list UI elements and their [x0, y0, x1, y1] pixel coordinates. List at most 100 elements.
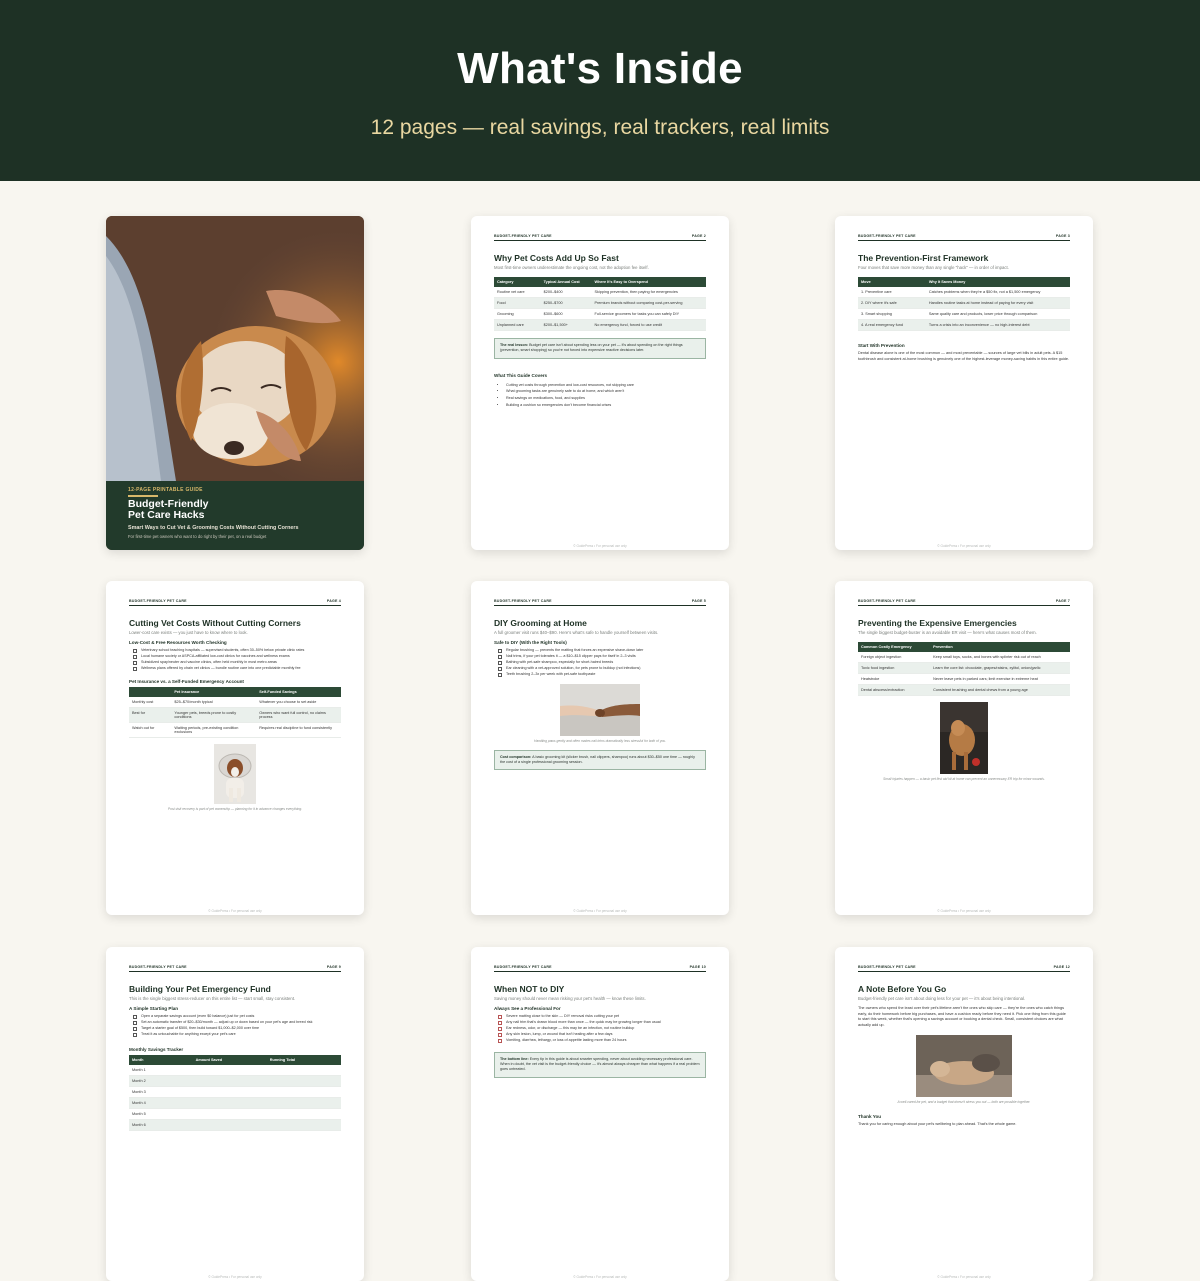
photo-caption: Post-visit recovery is part of pet owner… [167, 806, 303, 811]
cover-dog-photo [106, 216, 364, 481]
bullet-list: Cutting vet costs through prevention and… [494, 382, 706, 409]
section-subtitle: The single biggest budget-buster is an a… [858, 630, 1037, 635]
checkbox-icon[interactable] [133, 660, 137, 665]
section-subtitle: Four moves that save more money than any… [858, 265, 1009, 270]
checkbox-icon[interactable] [498, 654, 502, 659]
cover-title-line2: Pet Care Hacks [128, 508, 205, 521]
cover-page: 12-PAGE PRINTABLE GUIDE Budget-Friendly … [106, 216, 364, 550]
checkbox-icon[interactable] [498, 660, 502, 665]
page-footer: © GuidePress • For personal use only [937, 909, 991, 913]
checkbox-icon[interactable] [498, 1038, 502, 1043]
thanks-paragraph: Thank you for caring enough about your p… [858, 1121, 1017, 1126]
checkbox-icon[interactable] [133, 1026, 137, 1031]
table-row: Month 3 [129, 1086, 341, 1099]
section-subtitle: A full groomer visit runs $40–$90. Here'… [494, 630, 659, 635]
section-subtitle: Budget-friendly pet care isn't about doi… [858, 996, 1026, 1001]
section-subtitle: Most first-time owners underestimate the… [494, 265, 649, 270]
section-heading: Low-Cost & Free Resources Worth Checking [129, 640, 227, 645]
bottom-line-callout: The bottom line: Every tip in this guide… [494, 1051, 706, 1078]
page-footer: © GuidePress • For personal use only [937, 1275, 991, 1279]
checkbox-icon[interactable] [498, 1032, 502, 1037]
checklist-item: Teeth brushing 2–3x per week with pet-sa… [494, 672, 706, 678]
list-item: Cutting vet costs through prevention and… [506, 382, 706, 389]
running-head: BUDGET-FRIENDLY PET CARE PAGE 7 [858, 599, 1070, 606]
checkbox-icon[interactable] [133, 666, 137, 671]
cost-callout: Cost comparison: A basic grooming kit (s… [494, 749, 706, 771]
page-footer: © GuidePress • For personal use only [573, 1275, 627, 1279]
cover-title-band: 12-PAGE PRINTABLE GUIDE Budget-Friendly … [106, 481, 364, 550]
cost-table: Category Typical Annual Cost Where It's Ea… [494, 277, 706, 331]
page-footer: © GuidePress • For personal use only [573, 544, 627, 548]
checklist: Regular brushing — prevents the matting … [494, 648, 706, 678]
checkbox-icon[interactable] [498, 649, 502, 653]
section-title: DIY Grooming at Home [494, 618, 587, 628]
section-heading: Thank You [858, 1113, 882, 1119]
page-9-preview: BUDGET-FRIENDLY PET CARE PAGE 9 Building … [106, 947, 364, 1281]
table-row: Food $250–$700 Premium brands without comp… [494, 297, 706, 309]
hero-banner: What's Inside 12 pages — real savings, r… [0, 0, 1200, 181]
emergency-table: Common Costly Emergency Prevention Foreig… [858, 642, 1070, 696]
dog-cone-photo [214, 743, 256, 804]
checkbox-icon[interactable] [133, 654, 137, 659]
dog-resting-photo [916, 1034, 1012, 1097]
page-number: PAGE 7 [1055, 599, 1070, 603]
section-title: When NOT to DIY [494, 984, 565, 994]
savings-tracker-table: Month Amount Saved Running Total Month 1 M… [129, 1054, 341, 1132]
page-subtitle: 12 pages — real savings, real trackers, … [370, 116, 830, 139]
checkbox-icon[interactable] [498, 666, 502, 671]
page-footer: © GuidePress • For personal use only [573, 909, 627, 913]
checkbox-icon[interactable] [498, 1015, 502, 1019]
table-row: Heatstroke Never leave pets in parked car… [858, 673, 1070, 685]
table-row: 4. A real emergency fund Turns a crisis i… [858, 319, 1070, 331]
running-head: BUDGET-FRIENDLY PET CARE PAGE 4 [129, 599, 341, 606]
checkbox-icon[interactable] [133, 1020, 137, 1025]
cover-rule [128, 495, 158, 497]
paw-handshake-photo [560, 683, 640, 736]
table-row: Grooming $300–$600 Full-service groomers f… [494, 308, 706, 320]
cover-title: Budget-Friendly Pet Care Hacks [128, 497, 342, 521]
checkbox-icon[interactable] [498, 672, 502, 677]
page-3-preview: BUDGET-FRIENDLY PET CARE PAGE 3 The Preve… [835, 216, 1093, 550]
checkbox-icon[interactable] [133, 1032, 137, 1037]
page-title: What's Inside [457, 44, 743, 93]
section-subtitle: Lower-cost care exists — you just have t… [129, 630, 248, 635]
table-row: 3. Smart shopping Same quality care and p… [858, 308, 1070, 320]
cover-note: For first-time pet owners who want to do… [128, 533, 267, 539]
page-number: PAGE 12 [1053, 965, 1070, 969]
checkbox-icon[interactable] [133, 1015, 137, 1019]
checkbox-icon[interactable] [498, 1026, 502, 1031]
section-heading: Monthly Savings Tracker [129, 1046, 184, 1052]
section-subtitle: This is the single biggest stress-reduce… [129, 996, 296, 1001]
running-head: BUDGET-FRIENDLY PET CARE PAGE 12 [858, 965, 1070, 972]
running-head: BUDGET-FRIENDLY PET CARE PAGE 3 [858, 234, 1070, 241]
page-number: PAGE 4 [326, 599, 341, 603]
insurance-table: Pet Insurance Self-Funded Savings Monthly… [129, 686, 341, 738]
page-2-preview: BUDGET-FRIENDLY PET CARE PAGE 2 Why Pet C… [471, 216, 729, 550]
cover-title-line1: Budget-Friendly [128, 497, 209, 510]
page-number: PAGE 10 [689, 965, 706, 969]
section-heading: What This Guide Covers [494, 372, 548, 378]
section-heading: Start With Prevention [858, 343, 905, 348]
photo-caption: Handling paws gently and often makes nai… [533, 738, 667, 743]
body-paragraph: The owners who spend the least over thei… [858, 1006, 1066, 1028]
table-row: Monthly cost $25–$70/month typical Whateve… [129, 696, 341, 708]
page-4-preview: BUDGET-FRIENDLY PET CARE PAGE 4 Cutting V… [106, 581, 364, 915]
page-footer: © GuidePress • For personal use only [937, 544, 991, 548]
section-title: Cutting Vet Costs Without Cutting Corner… [129, 618, 301, 628]
page-footer: © GuidePress • For personal use only [208, 909, 262, 913]
table-row: Month 4 [129, 1097, 341, 1110]
page-number: PAGE 9 [326, 965, 341, 969]
page-footer: © GuidePress • For personal use only [208, 1275, 262, 1279]
checklist-item: Wellness plans offered by chain vet clin… [129, 666, 341, 672]
checklist-item: Vomiting, diarrhea, lethargy, or loss of… [494, 1038, 706, 1044]
checklist: Open a separate savings account (even $0… [129, 1014, 341, 1038]
section-title: A Note Before You Go [858, 984, 947, 994]
table-row: Month 2 [129, 1075, 341, 1088]
checkbox-icon[interactable] [133, 649, 137, 653]
table-row: 2. DIY where it's safe Handles routine ta… [858, 297, 1070, 309]
page-number: PAGE 2 [691, 234, 706, 238]
page-number: PAGE 3 [1055, 234, 1070, 238]
section-heading: Always See a Professional For [494, 1006, 561, 1011]
checklist: Veterinary school teaching hospitals — s… [129, 648, 341, 672]
checkbox-icon[interactable] [498, 1020, 502, 1025]
